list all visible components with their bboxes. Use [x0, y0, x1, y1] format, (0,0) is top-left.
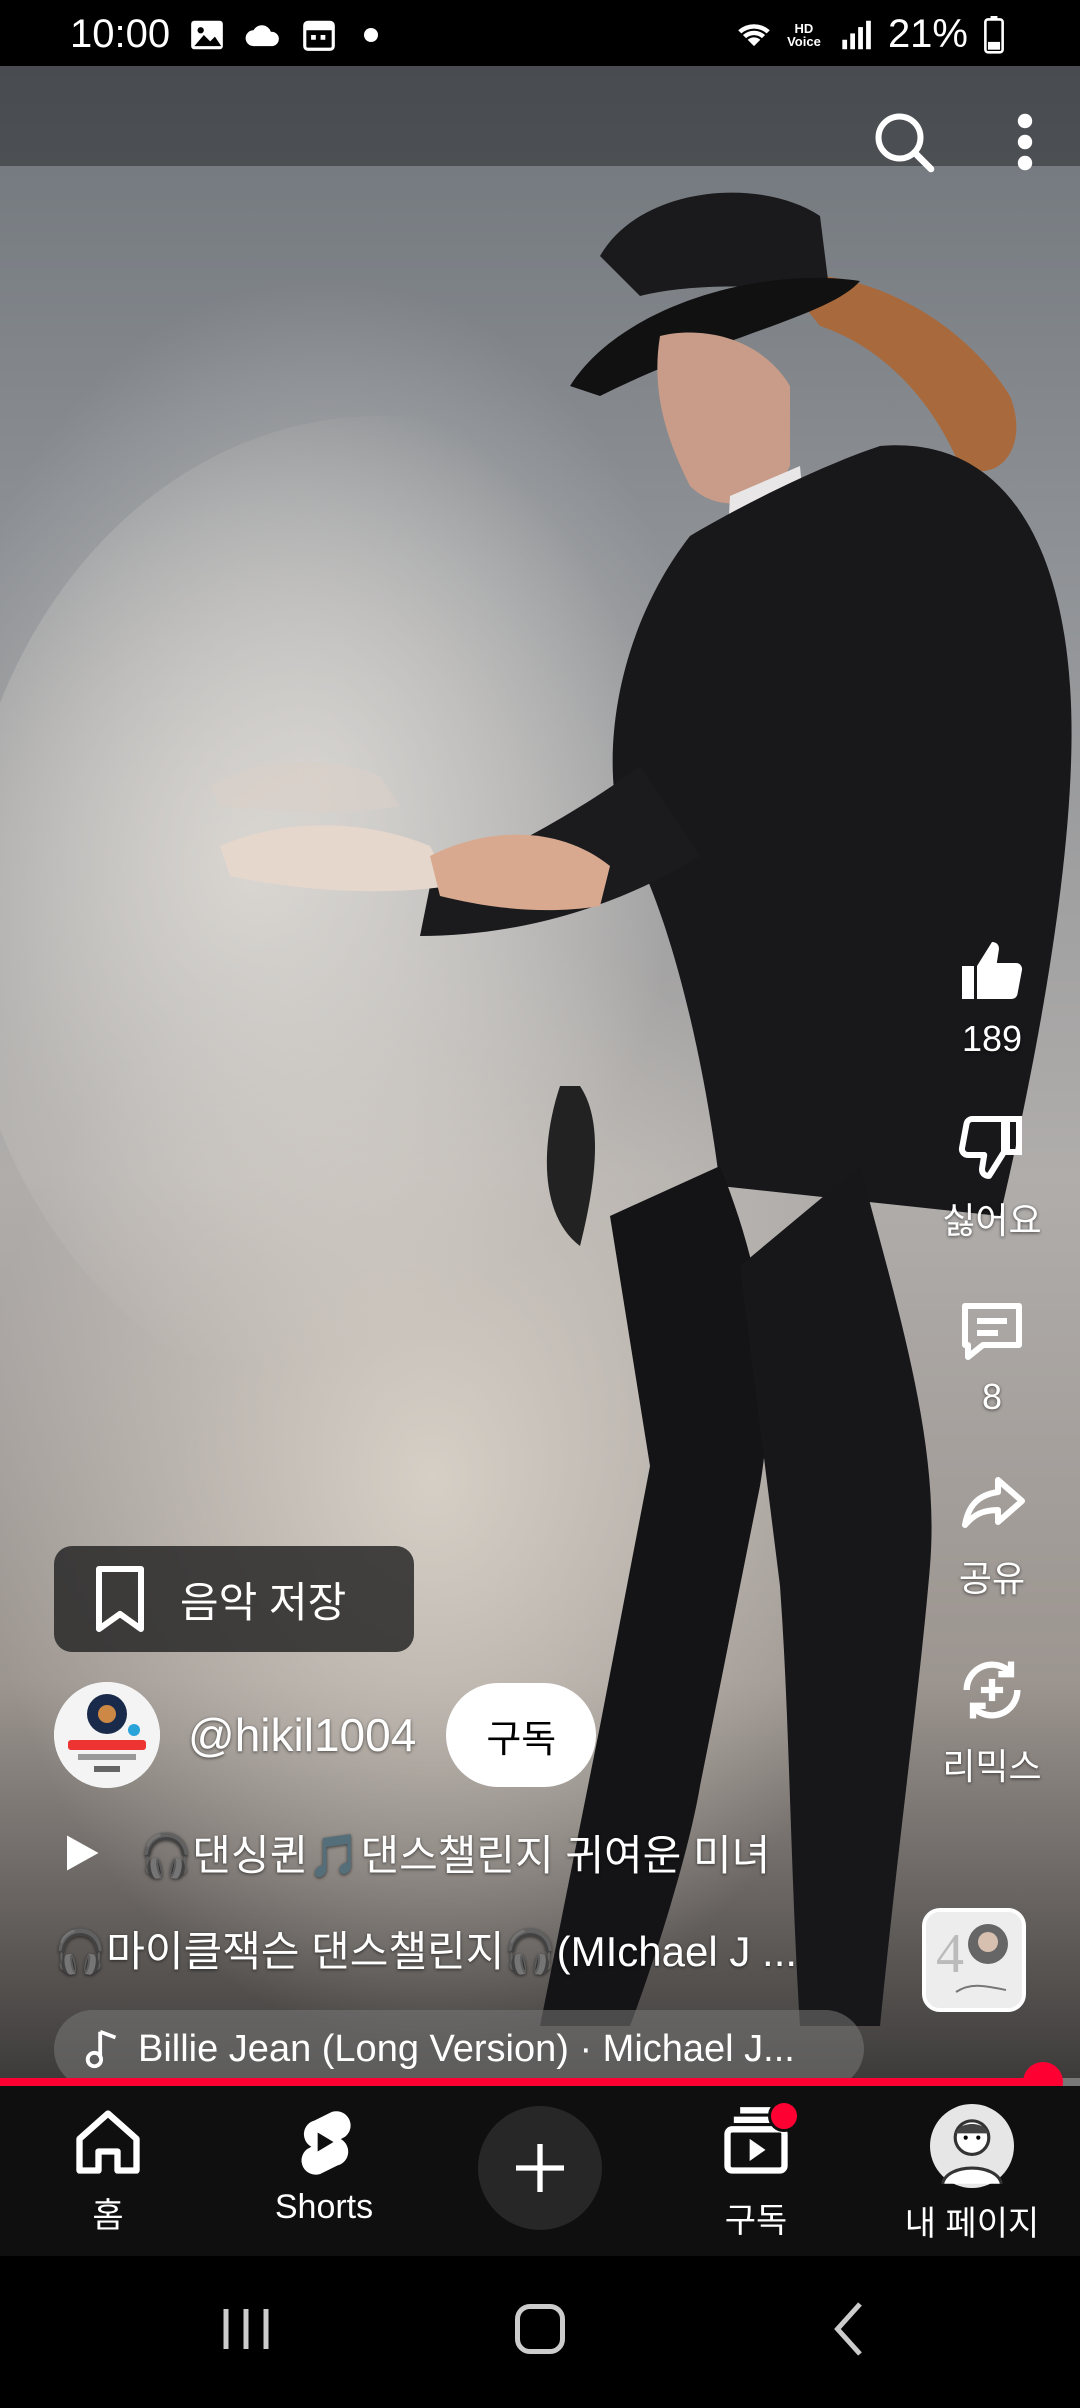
system-nav-bar — [0, 2256, 1080, 2408]
channel-avatar-image — [54, 1682, 160, 1788]
gallery-icon — [188, 16, 226, 54]
short-video-player[interactable]: 189 싫어요 8 공유 리믹스 4 음악 저장 @hikil1004 구독 🎧… — [0, 66, 1080, 2083]
video-title: 🎧댄싱퀸🎵댄스챌린지 귀여운 미녀 — [140, 1832, 771, 1879]
search-icon[interactable] — [868, 106, 940, 178]
battery-icon — [982, 15, 1020, 54]
nav-you-label: 내 페이지 — [904, 2205, 1040, 2243]
plus-icon — [516, 2144, 564, 2192]
remix-button[interactable]: 리믹스 — [942, 1652, 1042, 1790]
share-label: 공유 — [958, 1558, 1026, 1599]
like-button[interactable]: 189 — [956, 936, 1028, 1060]
battery-percent: 21% — [887, 12, 968, 56]
profile-avatar-icon — [930, 2104, 1014, 2188]
comment-icon — [962, 1303, 1022, 1360]
channel-row: @hikil1004 구독 — [54, 1682, 597, 1788]
dislike-label: 싫어요 — [942, 1200, 1042, 1241]
comment-count: 8 — [981, 1376, 1003, 1417]
subscribe-button[interactable]: 구독 — [446, 1683, 597, 1787]
like-count: 189 — [961, 1018, 1023, 1059]
nav-subscriptions[interactable]: 구독 — [656, 2100, 856, 2242]
new-content-badge-icon — [768, 2100, 800, 2132]
comments-button[interactable]: 8 — [956, 1294, 1028, 1418]
save-music-label: 음악 저장 — [180, 1578, 347, 1626]
home-system-icon[interactable] — [510, 2294, 570, 2369]
progress-fill — [0, 2078, 1044, 2086]
share-arrow-icon — [962, 1477, 1025, 1528]
music-track-label: Billie Jean (Long Version) · Michael J..… — [138, 2027, 795, 2070]
home-icon — [76, 2110, 140, 2174]
channel-handle[interactable]: @hikil1004 — [188, 1708, 416, 1762]
album-art-icon: 4 — [926, 1912, 1022, 2008]
nav-shorts-label: Shorts — [274, 2188, 374, 2226]
create-button[interactable] — [478, 2106, 602, 2230]
thumbs-up-icon — [962, 942, 1023, 1000]
dislike-button[interactable]: 싫어요 — [942, 1110, 1042, 1244]
music-note-icon — [85, 2029, 117, 2069]
svg-text:4: 4 — [936, 1923, 964, 1985]
play-icon — [67, 1835, 99, 1870]
status-bar: 10:00 HD Voice 21% — [0, 0, 1080, 66]
video-progress-bar[interactable] — [0, 2062, 1080, 2102]
more-options-icon[interactable] — [1010, 106, 1040, 178]
video-title-row[interactable]: 🎧댄싱퀸🎵댄스챌린지 귀여운 미녀 — [60, 1822, 770, 1883]
notification-dot-icon — [364, 27, 379, 42]
nav-shorts[interactable]: Shorts — [224, 2104, 424, 2227]
nav-home[interactable]: 홈 — [8, 2104, 208, 2237]
nav-subscriptions-label: 구독 — [724, 2202, 788, 2240]
nav-home-label: 홈 — [92, 2197, 124, 2235]
recent-apps-icon[interactable] — [216, 2294, 276, 2369]
action-column: 189 싫어요 8 공유 리믹스 — [932, 936, 1052, 1840]
sound-thumbnail[interactable]: 4 — [922, 1908, 1026, 2012]
remix-icon — [963, 1661, 1021, 1719]
save-music-button[interactable]: 음악 저장 — [54, 1546, 414, 1652]
thumbs-down-icon — [958, 1116, 1022, 1179]
channel-avatar[interactable] — [54, 1682, 160, 1788]
status-left: 10:00 — [70, 12, 379, 57]
share-button[interactable]: 공유 — [956, 1468, 1028, 1602]
signal-icon — [836, 16, 874, 54]
back-icon[interactable] — [820, 2294, 880, 2369]
remix-label: 리믹스 — [942, 1746, 1042, 1787]
video-description[interactable]: 🎧마이클잭슨 댄스챌린지🎧(MIchael J ... — [54, 1918, 894, 1979]
status-right: HD Voice 21% — [734, 12, 1020, 57]
bottom-nav: 홈 Shorts 구독 내 페이지 — [0, 2086, 1080, 2256]
shorts-icon — [301, 2111, 351, 2175]
hd-voice-icon: HD Voice — [787, 20, 821, 49]
subscriptions-icon-wrap — [718, 2100, 800, 2185]
top-toolbar — [868, 106, 1080, 178]
status-time: 10:00 — [70, 12, 171, 56]
bookmark-icon — [96, 1566, 144, 1632]
nav-you[interactable]: 내 페이지 — [872, 2104, 1072, 2245]
wifi-icon — [734, 16, 772, 54]
cloud-icon — [244, 16, 282, 54]
calendar-icon — [300, 16, 338, 54]
music-pill[interactable]: Billie Jean (Long Version) · Michael J..… — [54, 2010, 864, 2083]
